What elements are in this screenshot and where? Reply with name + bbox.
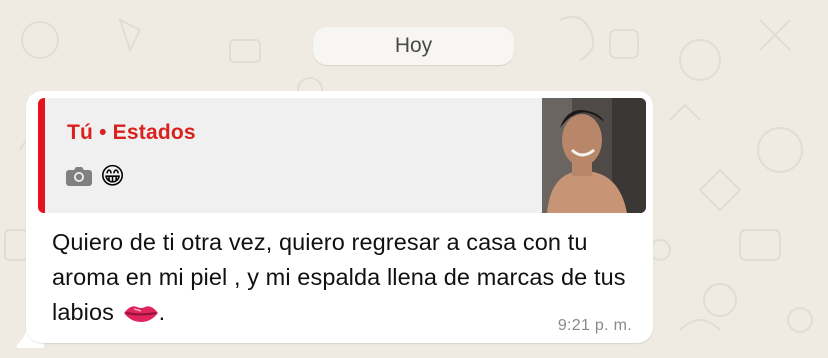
status-thumbnail[interactable] xyxy=(542,98,646,213)
message-text: Quiero de ti otra vez, quiero regresar a… xyxy=(52,225,642,330)
camera-icon xyxy=(66,167,92,186)
quoted-status[interactable]: Tú • Estados 😁 xyxy=(38,98,646,213)
quote-accent-bar xyxy=(38,98,45,213)
quote-content: 😁 xyxy=(66,164,125,188)
message-bubble[interactable]: Tú • Estados 😁 Quiero de ti otra vez, qu… xyxy=(26,91,653,343)
date-divider: Hoy xyxy=(313,27,514,65)
message-end: . xyxy=(158,299,166,325)
message-timestamp: 9:21 p. m. xyxy=(557,317,632,334)
grinning-face-emoji: 😁 xyxy=(100,162,126,190)
status-photo-image xyxy=(542,98,646,213)
quote-title: Tú • Estados xyxy=(67,121,196,144)
date-divider-label: Hoy xyxy=(394,34,433,57)
lips-icon xyxy=(123,306,158,322)
